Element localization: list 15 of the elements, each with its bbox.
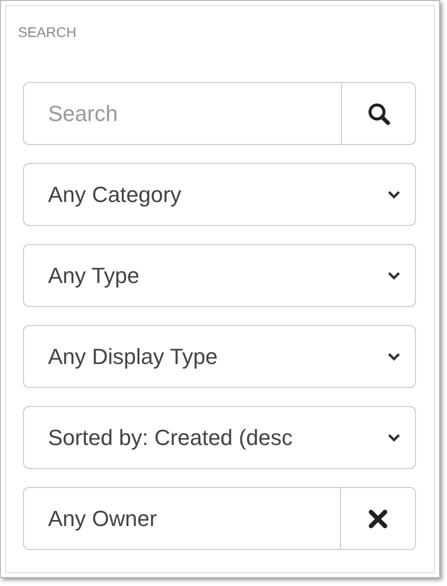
chevron-down-icon (387, 270, 401, 280)
clear-button[interactable] (340, 488, 415, 549)
chevron-down-icon (387, 432, 401, 442)
search-field[interactable]: Search (23, 82, 341, 145)
dropdown[interactable]: Any Type (23, 244, 416, 307)
search-button[interactable] (341, 82, 416, 145)
dropdown[interactable]: Any Category (23, 163, 416, 226)
chevron-down-icon (387, 352, 401, 362)
chevron-down-icon (387, 190, 401, 200)
search-icon (366, 102, 390, 126)
close-icon (368, 508, 388, 528)
section-heading: SEARCH (18, 24, 78, 40)
dropdown[interactable]: Any Display Type (23, 325, 416, 388)
dropdown[interactable]: Sorted by: Created (desc (23, 406, 416, 469)
owner-field[interactable]: Any Owner (23, 487, 416, 550)
